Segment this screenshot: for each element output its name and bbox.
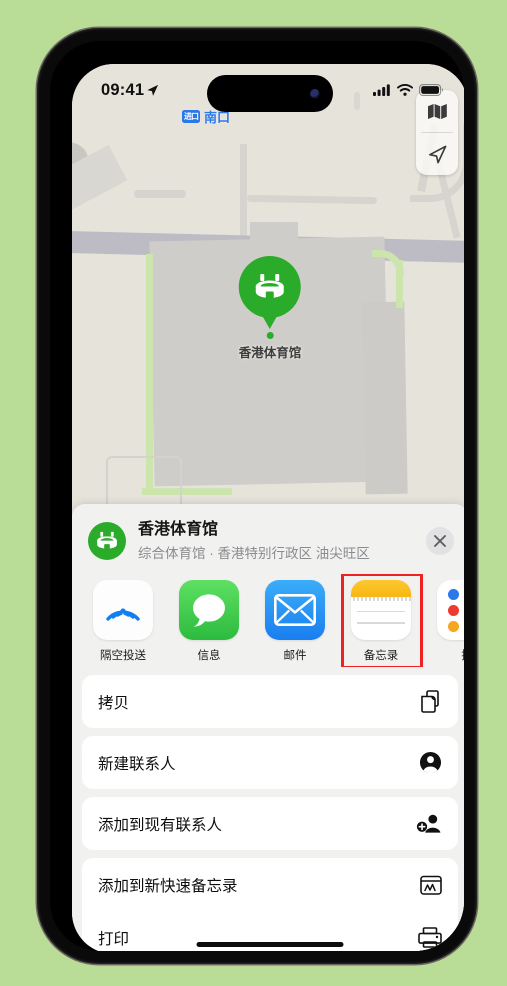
dynamic-island[interactable] [207,75,333,112]
person-circle-icon [418,751,442,774]
map-building [362,301,408,495]
battery-icon [419,84,444,96]
action-group: 添加到现有联系人 [82,797,458,850]
map-pin-bubble [238,256,301,318]
share-app-label: 提 [461,647,464,663]
action-row-quick-note[interactable]: 添加到新快速备忘录 [82,858,458,911]
status-bar-time: 09:41 [101,80,145,99]
quick-note-icon [418,874,442,896]
share-app-row[interactable]: 隔空投送 信息 邮件 备忘录 [72,574,464,667]
action-group: 拷贝 [82,675,458,728]
stadium-icon [255,274,284,299]
notes-perforation [351,597,411,601]
share-app-mail[interactable]: 邮件 [262,580,328,663]
action-group: 新建联系人 [82,736,458,789]
share-app-reminders[interactable]: 提 [434,580,464,663]
status-bar-right [373,84,444,96]
notes-rule-line [357,611,405,613]
share-action-list: 拷贝 新建联系人 添加到现有联系人 添加到新快速备忘录 打印 [72,667,464,951]
phone-bezel: 进口 南口 香港体育馆 09:41 香港体育馆 综合体育馆 · 香港特别行政区 … [50,41,464,951]
action-label: 拷贝 [98,694,130,712]
cellular-signal-icon [373,84,390,96]
share-app-notes[interactable]: 备忘录 [341,574,423,667]
share-app-messages[interactable]: 信息 [176,580,242,663]
place-subtitle: 综合体育馆 · 香港特别行政区 油尖旺区 [138,546,370,561]
notes-rule-line [357,622,405,624]
map-greenway [396,260,403,308]
person-add-icon [416,813,442,834]
action-group: 添加到新快速备忘录 打印 [82,858,458,951]
notes-icon [351,580,411,640]
reminder-dot-red [448,604,459,616]
reminder-dot-blue [448,588,459,600]
locate-me-button[interactable] [416,133,458,175]
front-camera-icon [310,88,320,99]
action-row-add-existing-contact[interactable]: 添加到现有联系人 [82,797,458,850]
copy-icon [418,690,442,713]
action-row-copy[interactable]: 拷贝 [82,675,458,728]
close-icon [434,535,446,547]
share-app-airdrop[interactable]: 隔空投送 [90,580,156,663]
close-button[interactable] [426,527,454,555]
reminders-icon [437,580,464,640]
share-app-label: 隔空投送 [100,650,146,662]
location-arrow-icon [428,145,446,163]
share-app-label: 信息 [197,650,221,662]
home-indicator[interactable] [196,942,344,947]
action-label: 添加到现有联系人 [98,816,223,834]
place-stadium-icon [88,522,126,560]
map-road [134,190,186,198]
mail-envelope-icon [265,580,325,640]
status-location-arrow-icon [146,84,159,97]
action-row-new-contact[interactable]: 新建联系人 [82,736,458,789]
map-pin-label: 香港体育馆 [238,346,302,360]
phone-screen: 进口 南口 香港体育馆 09:41 香港体育馆 综合体育馆 · 香港特别行政区 … [72,64,464,951]
share-app-label: 邮件 [283,650,307,662]
airdrop-icon [93,580,153,640]
share-sheet: 香港体育馆 综合体育馆 · 香港特别行政区 油尖旺区 隔空投送 信息 邮件 备忘… [72,504,464,951]
share-sheet-header: 香港体育馆 综合体育馆 · 香港特别行政区 油尖旺区 [72,504,464,574]
action-label: 新建联系人 [98,755,176,773]
reminder-dot-orange [448,620,459,632]
map-place-pin[interactable]: 香港体育馆 [238,256,302,361]
printer-icon [418,927,442,948]
place-text-block: 香港体育馆 综合体育馆 · 香港特别行政区 油尖旺区 [138,520,426,562]
share-app-label: 备忘录 [363,650,399,662]
place-title: 香港体育馆 [138,521,219,538]
phone-frame: 进口 南口 香港体育馆 09:41 香港体育馆 综合体育馆 · 香港特别行政区 … [37,28,477,964]
notes-header-band [351,580,411,597]
map-road [246,194,378,205]
action-label: 添加到新快速备忘录 [98,877,238,895]
map-road [240,144,247,239]
wifi-icon [397,84,413,96]
map-pin-anchor-dot [266,332,274,339]
messages-bubble-icon [179,580,239,640]
